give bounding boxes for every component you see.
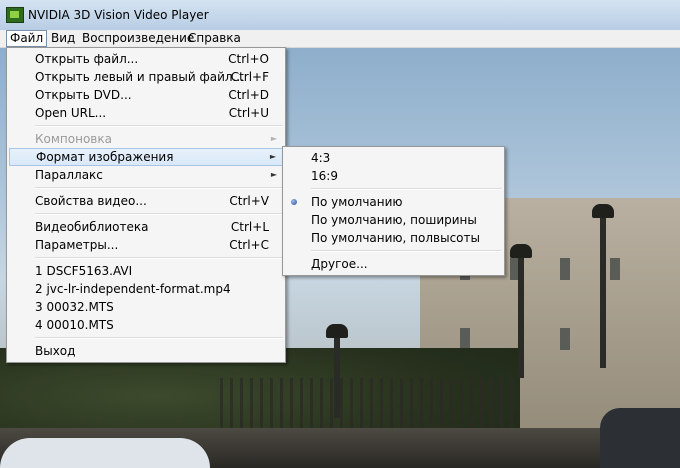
title-bar: NVIDIA 3D Vision Video Player [0,0,680,31]
menu-separator [35,337,283,339]
menu-item-settings[interactable]: Параметры... Ctrl+C [7,236,285,254]
submenu-item-4-3[interactable]: 4:3 [283,149,504,167]
file-menu: Открыть файл... Ctrl+O Открыть левый и п… [6,47,286,363]
menu-playback[interactable]: Воспроизведение [79,31,197,46]
menu-item-recent-2[interactable]: 2 jvc-lr-independent-format.mp4 [7,280,285,298]
menu-item-parallax[interactable]: Параллакс ► [7,166,285,184]
menu-item-recent-4[interactable]: 4 00010.MTS [7,316,285,334]
menu-help[interactable]: Справка [185,31,244,46]
chevron-right-icon: ► [270,170,277,179]
submenu-item-default[interactable]: По умолчанию [283,193,504,211]
submenu-item-other[interactable]: Другое... [283,255,504,273]
chevron-right-icon: ► [269,152,276,161]
building-window [460,328,470,350]
menu-separator [35,187,283,189]
menu-view[interactable]: Вид [48,31,78,46]
menu-item-aspect-ratio[interactable]: Формат изображения ► [9,148,283,166]
menu-item-layout: Компоновка ► [35,132,277,146]
radio-selected-icon [291,199,297,205]
submenu-item-16-9[interactable]: 16:9 [283,167,504,185]
building-window [560,328,570,350]
menu-item-exit[interactable]: Выход [7,342,285,360]
menu-item-recent-3[interactable]: 3 00032.MTS [7,298,285,316]
menu-separator [311,250,502,252]
menu-item-video-properties[interactable]: Свойства видео... Ctrl+V [7,192,285,210]
menu-separator [35,213,283,215]
car-left [0,438,210,468]
aspect-ratio-submenu: 4:3 16:9 По умолчанию По умолчанию, поши… [282,146,505,276]
submenu-item-default-half-width[interactable]: По умолчанию, поширины [283,211,504,229]
menu-separator [311,188,502,190]
menu-item-open-file[interactable]: Открыть файл... Ctrl+O [7,50,285,68]
submenu-item-default-half-height[interactable]: По умолчанию, полвысоты [283,229,504,247]
menu-item-open-dvd[interactable]: Открыть DVD... Ctrl+D [7,86,285,104]
street-lamp [510,244,532,378]
window-title: NVIDIA 3D Vision Video Player [28,8,209,22]
menu-separator [35,125,283,127]
street-lamp [592,204,614,368]
menu-file[interactable]: Файл [6,30,48,47]
menu-item-open-left-right[interactable]: Открыть левый и правый файл... Ctrl+F [7,68,285,86]
nvidia-logo-icon [6,7,24,23]
menu-item-video-library[interactable]: Видеобиблиотека Ctrl+L [7,218,285,236]
car-right [600,408,680,468]
menu-separator [35,257,283,259]
menu-bar: Файл Вид Воспроизведение Справка [0,30,680,48]
menu-item-open-url[interactable]: Open URL... Ctrl+U [7,104,285,122]
building-window [560,258,570,280]
building-window [610,258,620,280]
menu-item-recent-1[interactable]: 1 DSCF5163.AVI [7,262,285,280]
chevron-right-icon: ► [270,134,277,143]
